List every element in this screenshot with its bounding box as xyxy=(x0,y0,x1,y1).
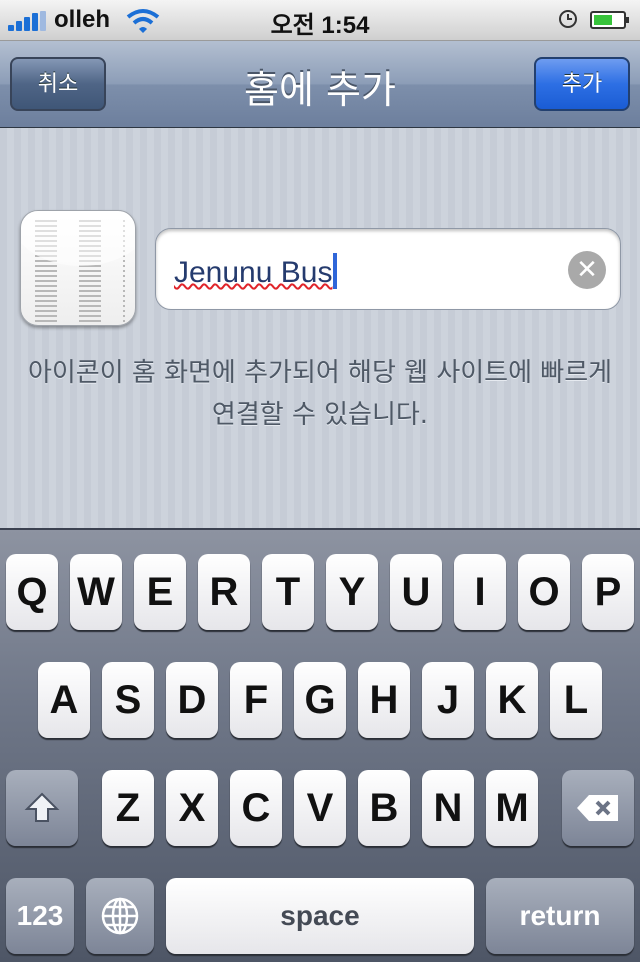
key-s[interactable]: S xyxy=(102,662,154,738)
space-key[interactable]: space xyxy=(166,878,474,954)
shortcut-name-input[interactable]: Jenunu Bus ✕ xyxy=(155,228,621,310)
battery-icon xyxy=(590,11,629,29)
backspace-key[interactable] xyxy=(562,770,634,846)
key-v[interactable]: V xyxy=(294,770,346,846)
key-o[interactable]: O xyxy=(518,554,570,630)
key-l[interactable]: L xyxy=(550,662,602,738)
navigation-bar: 취소 홈에 추가 추가 xyxy=(0,41,640,128)
key-i[interactable]: I xyxy=(454,554,506,630)
key-w[interactable]: W xyxy=(70,554,122,630)
key-e[interactable]: E xyxy=(134,554,186,630)
key-r[interactable]: R xyxy=(198,554,250,630)
alarm-clock-icon xyxy=(559,10,577,28)
key-q[interactable]: Q xyxy=(6,554,58,630)
globe-key[interactable] xyxy=(86,878,154,954)
key-k[interactable]: K xyxy=(486,662,538,738)
key-n[interactable]: N xyxy=(422,770,474,846)
key-h[interactable]: H xyxy=(358,662,410,738)
clear-text-icon[interactable]: ✕ xyxy=(568,251,606,289)
shift-arrow-icon xyxy=(24,792,60,822)
webclip-icon-preview xyxy=(20,210,136,326)
key-x[interactable]: X xyxy=(166,770,218,846)
add-to-home-panel: Jenunu Bus ✕ 아이콘이 홈 화면에 추가되어 해당 웹 사이트에 빠… xyxy=(0,128,640,528)
key-p[interactable]: P xyxy=(582,554,634,630)
return-key[interactable]: return xyxy=(486,878,634,954)
key-b[interactable]: B xyxy=(358,770,410,846)
key-m[interactable]: M xyxy=(486,770,538,846)
status-bar: olleh 오전 1:54 xyxy=(0,0,640,41)
shift-key[interactable] xyxy=(6,770,78,846)
hint-text: 아이콘이 홈 화면에 추가되어 해당 웹 사이트에 빠르게 연결할 수 있습니다… xyxy=(27,358,613,430)
key-t[interactable]: T xyxy=(262,554,314,630)
add-button[interactable]: 추가 xyxy=(534,57,630,111)
globe-icon xyxy=(101,897,139,935)
key-z[interactable]: Z xyxy=(102,770,154,846)
keyboard: Q W E R T Y U I O P A S D F G H J K L Z … xyxy=(0,528,640,962)
key-y[interactable]: Y xyxy=(326,554,378,630)
text-cursor xyxy=(333,253,338,289)
backspace-icon xyxy=(577,795,618,821)
key-g[interactable]: G xyxy=(294,662,346,738)
key-f[interactable]: F xyxy=(230,662,282,738)
key-d[interactable]: D xyxy=(166,662,218,738)
numbers-key[interactable]: 123 xyxy=(6,878,74,954)
key-j[interactable]: J xyxy=(422,662,474,738)
status-time: 오전 1:54 xyxy=(270,12,370,39)
shortcut-name-value: Jenunu Bus xyxy=(174,256,333,289)
key-a[interactable]: A xyxy=(38,662,90,738)
key-u[interactable]: U xyxy=(390,554,442,630)
key-c[interactable]: C xyxy=(230,770,282,846)
